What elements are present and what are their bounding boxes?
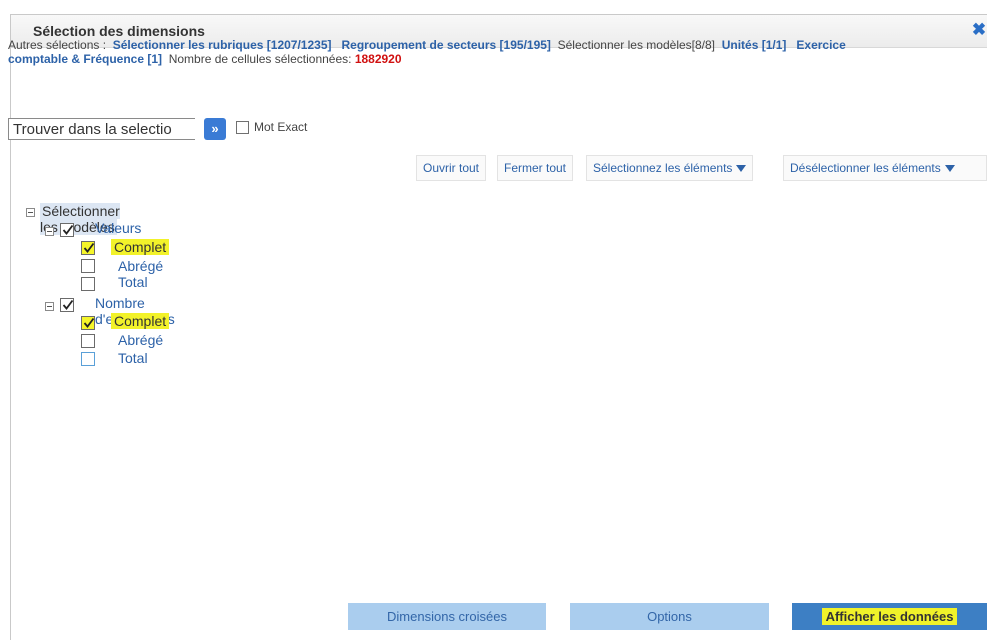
search-input[interactable] [8, 118, 195, 140]
select-items-dropdown[interactable]: Sélectionnez les éléments [586, 155, 754, 181]
item-label-entreprises-abrege[interactable]: Abrégé [118, 332, 163, 348]
select-items-label: Sélectionnez les éléments [593, 161, 733, 175]
item-checkbox-entreprises-total[interactable] [81, 352, 95, 366]
show-data-button[interactable]: Afficher les données [792, 603, 987, 630]
close-icon[interactable]: ✖ [970, 20, 987, 40]
deselect-items-dropdown[interactable]: Désélectionner les éléments [783, 155, 987, 181]
chevron-down-icon [944, 165, 955, 173]
item-checkbox-valeurs-total[interactable] [81, 277, 95, 291]
collapse-group-icon[interactable] [45, 227, 54, 236]
chevron-down-icon [736, 165, 747, 173]
item-checkbox-entreprises-abrege[interactable] [81, 334, 95, 348]
item-label-entreprises-complet[interactable]: Complet [111, 313, 170, 329]
item-checkbox-entreprises-complet[interactable] [81, 316, 95, 330]
search-go-button[interactable]: » [204, 118, 226, 140]
units-link[interactable]: Unités [1/1] [722, 38, 787, 52]
dialog-title: Sélection des dimensions [33, 23, 205, 39]
item-label-valeurs-total[interactable]: Total [118, 274, 148, 290]
show-data-label: Afficher les données [821, 608, 958, 625]
item-text-entreprises-complet: Complet [111, 313, 170, 329]
group-checkbox-valeurs[interactable] [60, 223, 74, 237]
cells-count-value: 1882920 [354, 52, 402, 66]
sector-grouping-link[interactable]: Regroupement de secteurs [195/195] [342, 38, 551, 52]
group-label-valeurs[interactable]: Valeurs [95, 220, 141, 236]
select-models-text: Sélectionner les modèles[8/8] [557, 38, 716, 52]
options-button[interactable]: Options [570, 603, 769, 630]
item-label-entreprises-total[interactable]: Total [118, 350, 148, 366]
item-label-valeurs-abrege[interactable]: Abrégé [118, 258, 163, 274]
item-text-valeurs-complet: Complet [111, 239, 170, 255]
item-checkbox-valeurs-complet[interactable] [81, 241, 95, 255]
close-all-button[interactable]: Fermer tout [497, 155, 574, 181]
collapse-group-icon[interactable] [45, 302, 54, 311]
cells-count-label: Nombre de cellules sélectionnées: [168, 52, 352, 66]
exact-word-label: Mot Exact [254, 120, 308, 134]
other-selections-prefix: Autres sélections : [8, 38, 107, 52]
item-label-valeurs-complet[interactable]: Complet [111, 239, 170, 255]
collapse-root-icon[interactable] [26, 208, 35, 217]
open-all-button[interactable]: Ouvrir tout [416, 155, 487, 181]
item-checkbox-valeurs-abrege[interactable] [81, 259, 95, 273]
other-selections: Autres sélections : Sélectionner les rub… [8, 38, 908, 66]
select-rubrics-link[interactable]: Sélectionner les rubriques [1207/1235] [113, 38, 332, 52]
exact-word-checkbox[interactable] [236, 121, 249, 134]
group-checkbox-entreprises[interactable] [60, 298, 74, 312]
cross-dimensions-button[interactable]: Dimensions croisées [348, 603, 546, 630]
deselect-items-label: Désélectionner les éléments [790, 161, 941, 175]
